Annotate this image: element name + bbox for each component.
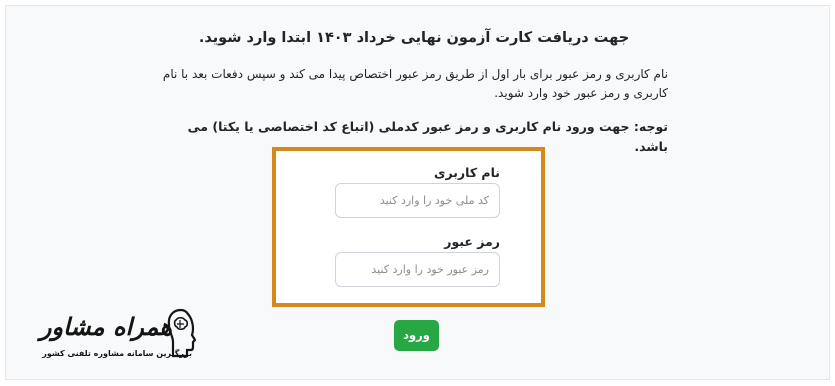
instructions: جهت دریافت کارت آزمون نهایی خرداد ۱۴۰۳ ا… <box>160 27 668 157</box>
watermark-brand: همراه مشاور <box>39 312 172 341</box>
watermark-tagline: بزرگترین سامانه مشاوره تلفنی کشور <box>42 349 192 358</box>
login-button[interactable]: ورود <box>394 320 439 351</box>
username-label: نام کاربری <box>434 165 500 180</box>
description-text: نام کاربری و رمز عبور برای بار اول از طر… <box>162 67 668 100</box>
password-label: رمز عبور <box>444 234 500 249</box>
password-input[interactable] <box>335 252 500 287</box>
page-title: جهت دریافت کارت آزمون نهایی خرداد ۱۴۰۳ ا… <box>198 30 630 46</box>
watermark-logo: همراه مشاور بزرگترین سامانه مشاوره تلفنی… <box>12 308 202 366</box>
login-form: نام کاربری رمز عبور <box>272 147 545 307</box>
username-input[interactable] <box>335 183 500 218</box>
